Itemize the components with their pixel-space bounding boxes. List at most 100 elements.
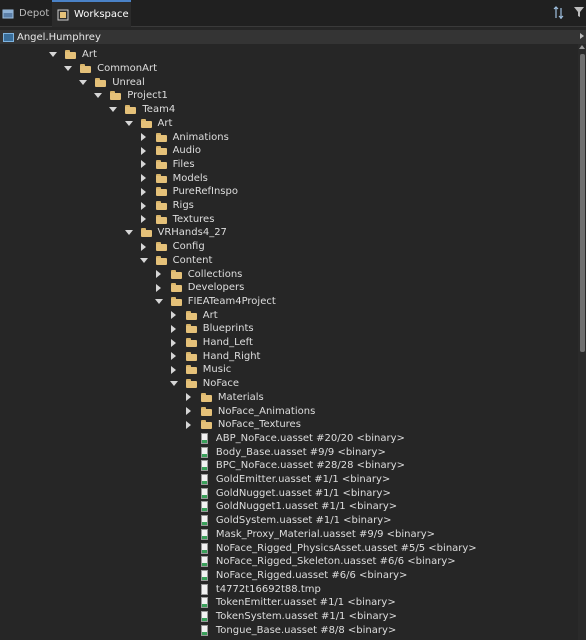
expand-arrow-right-icon[interactable]: [170, 339, 178, 347]
tree-folder-row[interactable]: Blueprints: [0, 322, 578, 336]
tree-folder-row[interactable]: Config: [0, 240, 578, 254]
expand-arrow-right-icon[interactable]: [140, 243, 148, 251]
tree-item-label: GoldNugget.uasset #1/1 <binary>: [215, 487, 391, 499]
expand-arrow-right-icon[interactable]: [185, 407, 193, 415]
workspace-root[interactable]: Angel.Humphrey: [0, 30, 586, 44]
tree-folder-row[interactable]: Models: [0, 171, 578, 185]
expand-arrow-right-icon[interactable]: [140, 174, 148, 182]
scrollbar-thumb[interactable]: [580, 54, 585, 352]
sort-icon[interactable]: [553, 6, 566, 20]
tree-folder-row[interactable]: Project1: [0, 89, 578, 103]
tree-item-label: Blueprints: [202, 323, 254, 335]
tree-folder-row[interactable]: Team4: [0, 103, 578, 117]
file-icon: [200, 556, 210, 568]
expand-arrow-right-icon[interactable]: [185, 393, 193, 401]
tree-file-row[interactable]: GoldSystem.uasset #1/1 <binary>: [0, 514, 578, 528]
expand-arrow-right-icon[interactable]: [155, 270, 163, 278]
tree-item-label: Art: [157, 117, 173, 129]
tab-workspace[interactable]: Workspace: [52, 0, 131, 27]
scroll-up-icon[interactable]: [579, 45, 585, 49]
expand-arrow-down-icon[interactable]: [94, 92, 102, 100]
tree-folder-row[interactable]: PureRefInspo: [0, 185, 578, 199]
tree-item-label: Tongue_Base.uasset #8/8 <binary>: [215, 624, 397, 636]
file-icon: [200, 515, 210, 527]
expand-arrow-right-icon[interactable]: [170, 352, 178, 360]
tab-bar: Depot Workspace: [0, 0, 586, 27]
tree-item-label: Team4: [142, 104, 176, 116]
folder-icon: [170, 283, 182, 293]
expand-arrow-down-icon[interactable]: [49, 51, 57, 59]
folder-icon: [185, 351, 197, 361]
expand-arrow-right-icon[interactable]: [170, 325, 178, 333]
expand-arrow-right-icon[interactable]: [140, 188, 148, 196]
tab-workspace-label: Workspace: [74, 9, 129, 20]
tree-file-row[interactable]: GoldEmitter.uasset #1/1 <binary>: [0, 473, 578, 487]
expand-arrow-right-icon[interactable]: [185, 421, 193, 429]
tree-folder-row[interactable]: Art: [0, 308, 578, 322]
tree-folder-row[interactable]: Materials: [0, 391, 578, 405]
tree-folder-row[interactable]: Art: [0, 117, 578, 131]
tree-folder-row[interactable]: Animations: [0, 130, 578, 144]
tree-folder-row[interactable]: Art: [0, 48, 578, 62]
tree-file-row[interactable]: TokenSystem.uasset #1/1 <binary>: [0, 610, 578, 624]
expand-arrow-right-icon[interactable]: [140, 147, 148, 155]
tree-file-row[interactable]: ABP_NoFace.uasset #20/20 <binary>: [0, 432, 578, 446]
tree-folder-row[interactable]: Collections: [0, 267, 578, 281]
expand-arrow-right-icon[interactable]: [170, 311, 178, 319]
expand-arrow-right-icon[interactable]: [155, 284, 163, 292]
expand-arrow-down-icon[interactable]: [64, 65, 72, 73]
chevron-right-icon[interactable]: [580, 33, 584, 39]
expand-arrow-down-icon[interactable]: [170, 380, 178, 388]
tree-folder-row[interactable]: FIEATeam4Project: [0, 295, 578, 309]
tree-item-label: Hand_Right: [202, 350, 261, 362]
folder-icon: [200, 420, 212, 430]
expand-arrow-down-icon[interactable]: [79, 78, 87, 86]
tree-folder-row[interactable]: Hand_Right: [0, 349, 578, 363]
tree-item-label: Textures: [172, 213, 215, 225]
tree-file-row[interactable]: Mask_Proxy_Material.uasset #9/9 <binary>: [0, 528, 578, 542]
tree-file-row[interactable]: GoldNugget1.uasset #1/1 <binary>: [0, 500, 578, 514]
tree-folder-row[interactable]: CommonArt: [0, 62, 578, 76]
tree-file-row[interactable]: GoldNugget.uasset #1/1 <binary>: [0, 486, 578, 500]
file-icon: [200, 446, 210, 458]
tree-folder-row[interactable]: Music: [0, 363, 578, 377]
file-icon: [200, 624, 210, 636]
tree-file-row[interactable]: NoFace_Rigged_PhysicsAsset.uasset #5/5 <…: [0, 541, 578, 555]
tree-folder-row[interactable]: Textures: [0, 212, 578, 226]
tree-folder-row[interactable]: NoFace: [0, 377, 578, 391]
filter-icon[interactable]: [573, 6, 585, 18]
tree-folder-row[interactable]: VRHands4_27: [0, 226, 578, 240]
tree-folder-row[interactable]: Hand_Left: [0, 336, 578, 350]
tree-file-row[interactable]: TokenEmitter.uasset #1/1 <binary>: [0, 596, 578, 610]
tree-folder-row[interactable]: NoFace_Animations: [0, 404, 578, 418]
tree-folder-row[interactable]: Audio: [0, 144, 578, 158]
tree-file-row[interactable]: Body_Base.uasset #9/9 <binary>: [0, 445, 578, 459]
tree-item-label: TokenEmitter.uasset #1/1 <binary>: [215, 597, 396, 609]
expand-arrow-right-icon[interactable]: [140, 202, 148, 210]
tree-file-row[interactable]: NoFace_Rigged_Skeleton.uasset #6/6 <bina…: [0, 555, 578, 569]
tree-folder-row[interactable]: Content: [0, 254, 578, 268]
tree-folder-row[interactable]: Files: [0, 158, 578, 172]
expand-arrow-right-icon[interactable]: [140, 160, 148, 168]
expand-arrow-right-icon[interactable]: [140, 215, 148, 223]
tree-file-row[interactable]: NoFace_Rigged.uasset #6/6 <binary>: [0, 569, 578, 583]
tree-file-row[interactable]: Tongue_Base.uasset #8/8 <binary>: [0, 623, 578, 637]
tree-item-label: Materials: [217, 391, 264, 403]
tree-file-row[interactable]: BPC_NoFace.uasset #28/28 <binary>: [0, 459, 578, 473]
tree-folder-row[interactable]: Unreal: [0, 75, 578, 89]
expand-arrow-down-icon[interactable]: [125, 119, 133, 127]
expand-arrow-down-icon[interactable]: [140, 256, 148, 264]
tab-depot[interactable]: Depot: [0, 0, 52, 27]
expand-arrow-down-icon[interactable]: [109, 106, 117, 114]
tree-item-label: Rigs: [172, 200, 194, 212]
expand-arrow-down-icon[interactable]: [155, 297, 163, 305]
tree-folder-row[interactable]: Developers: [0, 281, 578, 295]
expand-arrow-down-icon[interactable]: [125, 229, 133, 237]
workspace-root-icon: [3, 32, 14, 42]
tree-folder-row[interactable]: NoFace_Textures: [0, 418, 578, 432]
expand-arrow-right-icon[interactable]: [170, 366, 178, 374]
tree-folder-row[interactable]: Rigs: [0, 199, 578, 213]
folder-icon: [185, 379, 197, 389]
expand-arrow-right-icon[interactable]: [140, 133, 148, 141]
tree-file-row[interactable]: t4772t16692t88.tmp: [0, 582, 578, 596]
